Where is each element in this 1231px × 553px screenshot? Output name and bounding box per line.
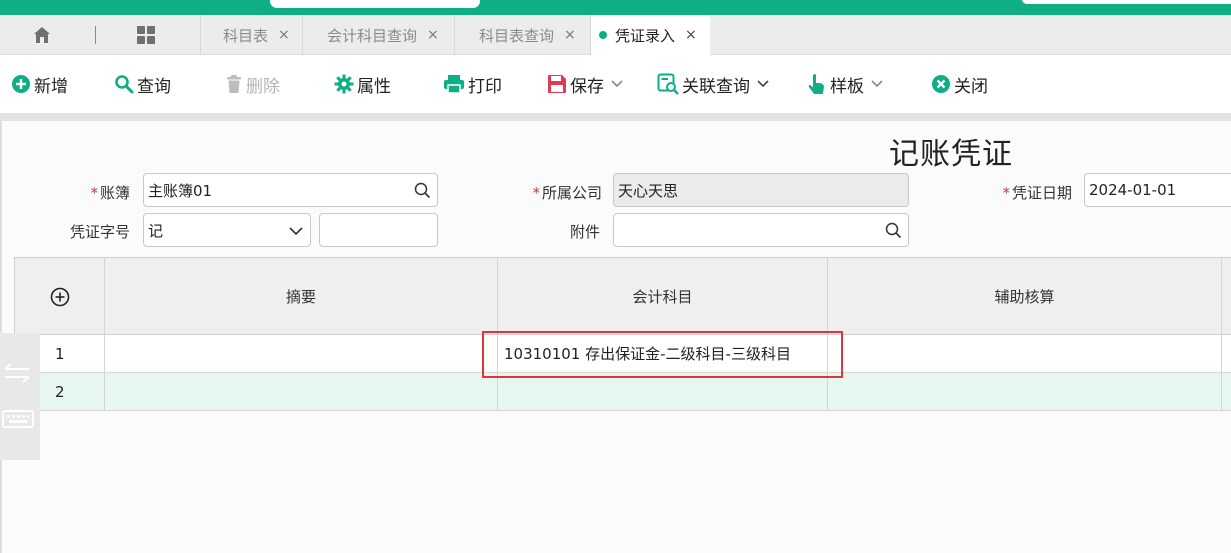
trash-icon xyxy=(227,75,241,93)
tab-bar: 科目表 × 会计科目查询 × 科目表查询 × 凭证录入 × xyxy=(0,15,1231,55)
toolbar-divider xyxy=(0,113,1231,121)
table-row[interactable]: 2 xyxy=(15,373,1231,411)
voucher-word-select[interactable]: 记 xyxy=(143,213,311,247)
chevron-down-icon[interactable] xyxy=(870,79,884,89)
auxiliary-cell[interactable] xyxy=(828,335,1222,372)
close-icon[interactable]: × xyxy=(564,27,576,43)
voucher-entries-table: 摘要 会计科目 辅助核算 1 10310101 存出保证金-二级科目-三级科目 … xyxy=(14,257,1231,411)
template-button-label: 样板 xyxy=(830,76,864,97)
close-button[interactable]: 关闭 xyxy=(931,55,988,113)
voucher-date-value: 2024-01-01 xyxy=(1089,181,1177,199)
ledger-field[interactable]: 主账簿01 xyxy=(143,173,438,207)
grid-icon[interactable] xyxy=(126,15,166,55)
tab-voucher-entry[interactable]: 凭证录入 × xyxy=(590,15,710,55)
close-icon[interactable]: × xyxy=(427,27,439,43)
delete-button[interactable]: 删除 xyxy=(225,55,280,113)
table-row[interactable]: 1 10310101 存出保证金-二级科目-三级科目 xyxy=(15,335,1231,373)
chevron-down-icon[interactable] xyxy=(610,79,624,89)
close-button-label: 关闭 xyxy=(954,76,988,97)
voucher-date-label-text: 凭证日期 xyxy=(1011,184,1072,202)
plus-circle-icon[interactable] xyxy=(50,287,70,307)
print-button[interactable]: 打印 xyxy=(443,55,502,113)
chevron-down-icon[interactable] xyxy=(288,225,304,237)
ledger-label-text: 账簿 xyxy=(99,184,130,202)
required-mark: * xyxy=(532,184,540,202)
voucher-word-label: 凭证字号 xyxy=(69,223,130,241)
ledger-value: 主账簿01 xyxy=(148,181,213,200)
company-label: * 所属公司 xyxy=(502,182,602,203)
voucher-word-value: 记 xyxy=(148,221,164,240)
home-icon[interactable] xyxy=(22,15,62,55)
close-icon[interactable]: × xyxy=(278,27,290,43)
close-circle-icon xyxy=(932,75,950,93)
attachment-label: 附件 xyxy=(569,223,600,241)
summary-cell[interactable] xyxy=(105,373,498,410)
column-header-summary[interactable]: 摘要 xyxy=(105,258,498,335)
search-icon[interactable] xyxy=(414,182,431,199)
query-button[interactable]: 查询 xyxy=(114,55,171,113)
related-query-button-label: 关联查询 xyxy=(682,76,750,97)
user-area[interactable] xyxy=(1022,0,1231,4)
keyboard-icon[interactable] xyxy=(2,409,34,433)
save-button-label: 保存 xyxy=(570,76,604,97)
save-icon xyxy=(548,75,566,93)
voucher-date-label: * 凭证日期 xyxy=(972,182,1072,203)
search-icon xyxy=(115,75,134,94)
attachment-field[interactable] xyxy=(613,213,909,247)
chevron-down-icon[interactable] xyxy=(756,79,770,89)
toolbar: 新增 查询 删除 属性 打印 保存 关联查询 样板 关闭 xyxy=(0,55,1231,113)
active-dot xyxy=(599,31,607,39)
tab-label: 科目表 xyxy=(223,26,269,45)
plus-circle-icon xyxy=(12,75,30,93)
ledger-label: * 账簿 xyxy=(62,182,130,203)
tab-subject-table-query[interactable]: 科目表查询 × xyxy=(454,15,590,55)
page-title: 记账凭证 xyxy=(889,137,1013,172)
required-mark: * xyxy=(1002,184,1010,202)
tab-label: 凭证录入 xyxy=(615,26,676,45)
tab-label: 会计科目查询 xyxy=(327,26,418,45)
company-label-text: 所属公司 xyxy=(541,184,602,202)
query-button-label: 查询 xyxy=(137,76,171,97)
side-tool-panel xyxy=(0,333,40,460)
auxiliary-cell[interactable] xyxy=(828,373,1222,410)
add-button[interactable]: 新增 xyxy=(11,55,68,113)
top-header-bar xyxy=(0,0,1231,15)
summary-cell[interactable] xyxy=(105,335,498,372)
required-mark: * xyxy=(90,184,98,202)
column-header-auxiliary[interactable]: 辅助核算 xyxy=(828,258,1222,335)
properties-button[interactable]: 属性 xyxy=(334,55,391,113)
gear-icon xyxy=(334,74,354,94)
company-value: 天心天思 xyxy=(618,181,679,200)
add-button-label: 新增 xyxy=(34,76,68,97)
properties-button-label: 属性 xyxy=(357,76,391,97)
table-header: 摘要 会计科目 辅助核算 xyxy=(15,258,1231,335)
column-header-account[interactable]: 会计科目 xyxy=(498,258,828,335)
tab-label: 科目表查询 xyxy=(479,26,555,45)
search-icon[interactable] xyxy=(885,222,902,239)
voucher-number-input[interactable] xyxy=(319,213,438,247)
tab-subject-table[interactable]: 科目表 × xyxy=(200,15,302,55)
add-row-cell[interactable] xyxy=(15,258,105,335)
related-query-button[interactable]: 关联查询 xyxy=(657,55,773,113)
voucher-date-field[interactable]: 2024-01-01 xyxy=(1084,173,1231,207)
tab-account-query[interactable]: 会计科目查询 × xyxy=(302,15,454,55)
account-cell[interactable] xyxy=(498,373,828,410)
swap-icon[interactable] xyxy=(2,363,32,387)
global-search-box[interactable] xyxy=(270,0,480,8)
account-cell[interactable]: 10310101 存出保证金-二级科目-三级科目 xyxy=(498,335,828,372)
template-button[interactable]: 样板 xyxy=(807,55,887,113)
tab-separator xyxy=(95,26,96,44)
pointer-icon xyxy=(808,74,824,94)
delete-button-label: 删除 xyxy=(246,76,280,97)
printer-icon xyxy=(444,75,464,94)
voucher-form: 记账凭证 * 账簿 主账簿01 * 所属公司 天心天思 * 凭证日期 2024-01-… xyxy=(0,121,1231,553)
company-field: 天心天思 xyxy=(613,173,909,207)
close-icon[interactable]: × xyxy=(685,27,697,43)
related-query-icon xyxy=(657,73,679,95)
save-button[interactable]: 保存 xyxy=(547,55,627,113)
print-button-label: 打印 xyxy=(468,76,502,97)
